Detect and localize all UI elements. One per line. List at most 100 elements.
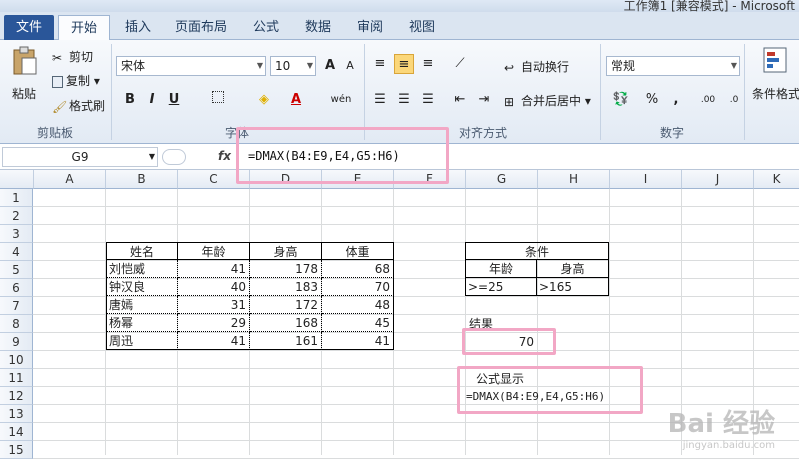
column-header[interactable]: I	[610, 170, 682, 189]
row-header[interactable]: 7	[0, 297, 33, 315]
align-middle-icon: ≡	[399, 57, 410, 72]
align-top-button[interactable]: ≡	[370, 54, 390, 74]
row-header[interactable]: 15	[0, 441, 33, 459]
tab-page-layout[interactable]: 页面布局	[166, 15, 236, 40]
table-cell[interactable]: 40	[178, 278, 250, 296]
tab-review[interactable]: 审阅	[348, 15, 392, 40]
table-cell[interactable]: 41	[178, 260, 250, 278]
row-header[interactable]: 14	[0, 423, 33, 441]
comma-button[interactable]: ,	[666, 90, 686, 110]
table-cell[interactable]: 41	[322, 332, 394, 350]
format-painter-button[interactable]: 🖌格式刷	[52, 97, 105, 114]
table-header[interactable]: 年龄	[178, 242, 250, 260]
table-cell[interactable]: 48	[322, 296, 394, 314]
align-bottom-button[interactable]: ≡	[418, 54, 438, 74]
borders-button[interactable]	[208, 90, 228, 110]
criteria-title[interactable]: 条件	[465, 242, 609, 260]
gridline	[465, 189, 466, 455]
font-size-select[interactable]: 10▼	[270, 56, 316, 76]
table-cell[interactable]: 161	[250, 332, 322, 350]
table-cell[interactable]: 29	[178, 314, 250, 332]
tab-formulas[interactable]: 公式	[244, 15, 288, 40]
decrease-indent-button[interactable]: ⇤	[450, 90, 470, 110]
name-box[interactable]: G9▼	[2, 147, 158, 167]
row-header[interactable]: 6	[0, 279, 33, 297]
row-header[interactable]: 4	[0, 243, 33, 261]
row-header[interactable]: 10	[0, 351, 33, 369]
align-middle-button[interactable]: ≡	[394, 54, 414, 74]
tab-data[interactable]: 数据	[296, 15, 340, 40]
grow-font-button[interactable]: A	[320, 56, 340, 76]
table-header[interactable]: 体重	[322, 242, 394, 260]
decrease-decimal-button[interactable]: .0	[722, 90, 746, 110]
copy-button[interactable]: 复制 ▾	[52, 72, 100, 89]
table-cell[interactable]: 刘恺威	[106, 260, 178, 278]
column-header[interactable]: B	[106, 170, 178, 189]
table-cell[interactable]: 68	[322, 260, 394, 278]
orientation-button[interactable]: ⟋	[450, 54, 470, 74]
table-cell[interactable]: 183	[250, 278, 322, 296]
italic-button[interactable]: I	[142, 90, 162, 110]
table-cell[interactable]: 41	[178, 332, 250, 350]
criteria-header[interactable]: 年龄	[465, 260, 537, 278]
row-header[interactable]: 5	[0, 261, 33, 279]
merge-center-button[interactable]: ⊞合并后居中 ▾	[504, 92, 591, 109]
row-header[interactable]: 1	[0, 189, 33, 207]
table-header[interactable]: 身高	[250, 242, 322, 260]
tab-insert[interactable]: 插入	[116, 15, 160, 40]
copy-icon	[52, 76, 63, 88]
table-cell[interactable]: 唐嫣	[106, 296, 178, 314]
column-header[interactable]: K	[754, 170, 799, 189]
table-cell[interactable]: 172	[250, 296, 322, 314]
number-format-select[interactable]: 常规▼	[606, 56, 740, 76]
row-header[interactable]: 9	[0, 333, 33, 351]
align-left-button[interactable]: ☰	[370, 90, 390, 110]
align-center-button[interactable]: ☰	[394, 90, 414, 110]
tab-home[interactable]: 开始	[58, 15, 110, 40]
column-header[interactable]: H	[538, 170, 610, 189]
table-cell[interactable]: 杨幂	[106, 314, 178, 332]
column-header[interactable]: J	[682, 170, 754, 189]
cut-button[interactable]: ✂剪切	[52, 48, 93, 65]
currency-button[interactable]: 💱	[608, 90, 634, 110]
table-cell[interactable]: 31	[178, 296, 250, 314]
fill-color-button[interactable]: ◈	[254, 90, 274, 110]
increase-indent-button[interactable]: ⇥	[474, 90, 494, 110]
shrink-font-button[interactable]: A	[340, 56, 360, 76]
table-header[interactable]: 姓名	[106, 242, 178, 260]
align-right-button[interactable]: ☰	[418, 90, 438, 110]
column-header[interactable]: G	[466, 170, 538, 189]
criteria-header[interactable]: 身高	[537, 260, 609, 278]
row-header[interactable]: 11	[0, 369, 33, 387]
underline-button[interactable]: U	[164, 90, 184, 110]
paste-button[interactable]: 粘贴	[8, 46, 40, 106]
row-header[interactable]: 12	[0, 387, 33, 405]
row-header[interactable]: 3	[0, 225, 33, 243]
conditional-format-button[interactable]: 条件格式	[752, 46, 798, 102]
table-cell[interactable]: 周迅	[106, 332, 178, 350]
row-header[interactable]: 2	[0, 207, 33, 225]
row-header[interactable]: 8	[0, 315, 33, 333]
table-cell[interactable]: 钟汉良	[106, 278, 178, 296]
wrap-text-icon: ↩	[504, 61, 518, 75]
table-cell[interactable]: 70	[322, 278, 394, 296]
criteria-value[interactable]: >=25	[465, 278, 537, 296]
phonetic-button[interactable]: wén	[328, 90, 354, 110]
font-color-button[interactable]: A	[286, 90, 306, 110]
percent-button[interactable]: %	[642, 90, 662, 110]
table-cell[interactable]: 168	[250, 314, 322, 332]
bold-button[interactable]: B	[120, 90, 140, 110]
select-all-corner[interactable]	[0, 170, 34, 189]
row-header[interactable]: 13	[0, 405, 33, 423]
formula-bar-handle[interactable]	[162, 149, 186, 165]
column-header[interactable]: A	[34, 170, 106, 189]
tab-view[interactable]: 视图	[400, 15, 444, 40]
insert-function-button[interactable]: fx	[218, 149, 231, 163]
table-cell[interactable]: 45	[322, 314, 394, 332]
wrap-text-button[interactable]: ↩自动换行	[504, 58, 569, 75]
table-cell[interactable]: 178	[250, 260, 322, 278]
font-name-select[interactable]: 宋体▼	[116, 56, 266, 76]
increase-decimal-button[interactable]: .00	[696, 90, 720, 110]
tab-file[interactable]: 文件	[4, 15, 54, 40]
criteria-value[interactable]: >165	[537, 278, 609, 296]
